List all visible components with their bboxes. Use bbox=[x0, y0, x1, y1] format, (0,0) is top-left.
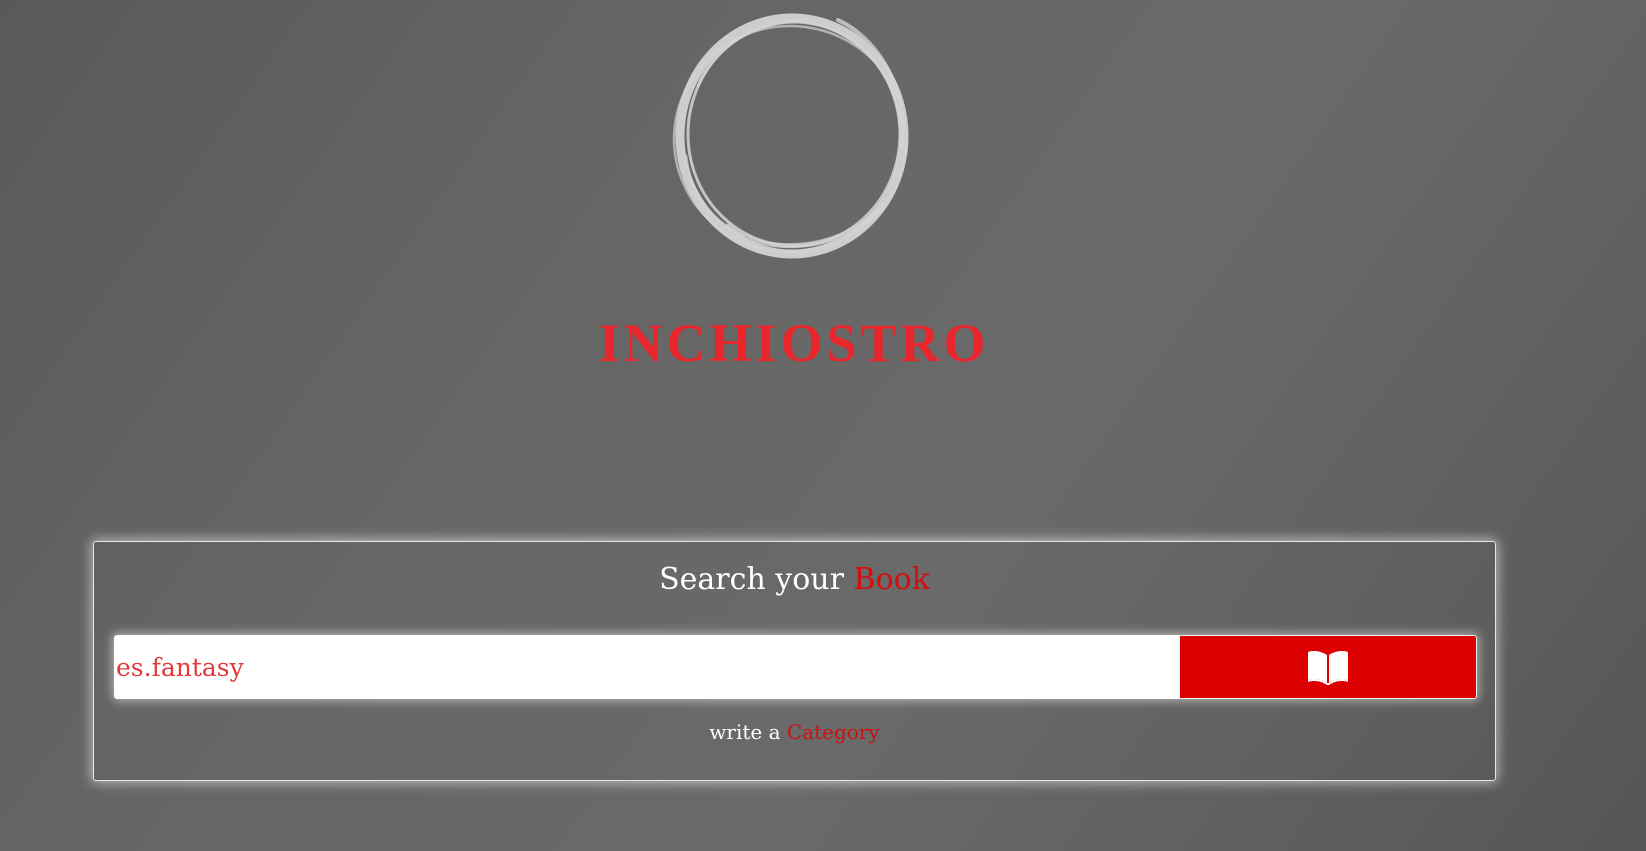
category-search-input[interactable] bbox=[114, 635, 1179, 699]
search-heading-prefix: Search your bbox=[659, 562, 844, 597]
category-link[interactable]: Category bbox=[787, 720, 880, 744]
search-panel: Search your Book write a Category bbox=[93, 541, 1496, 781]
search-button[interactable] bbox=[1179, 635, 1477, 699]
brand-title: INCHIOSTRO bbox=[598, 313, 990, 373]
search-heading-accent: Book bbox=[853, 562, 930, 597]
search-heading: Search your Book bbox=[94, 562, 1495, 597]
ink-circle-logo-icon bbox=[672, 13, 909, 259]
search-bar bbox=[114, 635, 1477, 699]
open-book-icon bbox=[1308, 651, 1348, 685]
hint-prefix: write a bbox=[709, 720, 781, 744]
search-hint: write a Category bbox=[94, 720, 1495, 744]
